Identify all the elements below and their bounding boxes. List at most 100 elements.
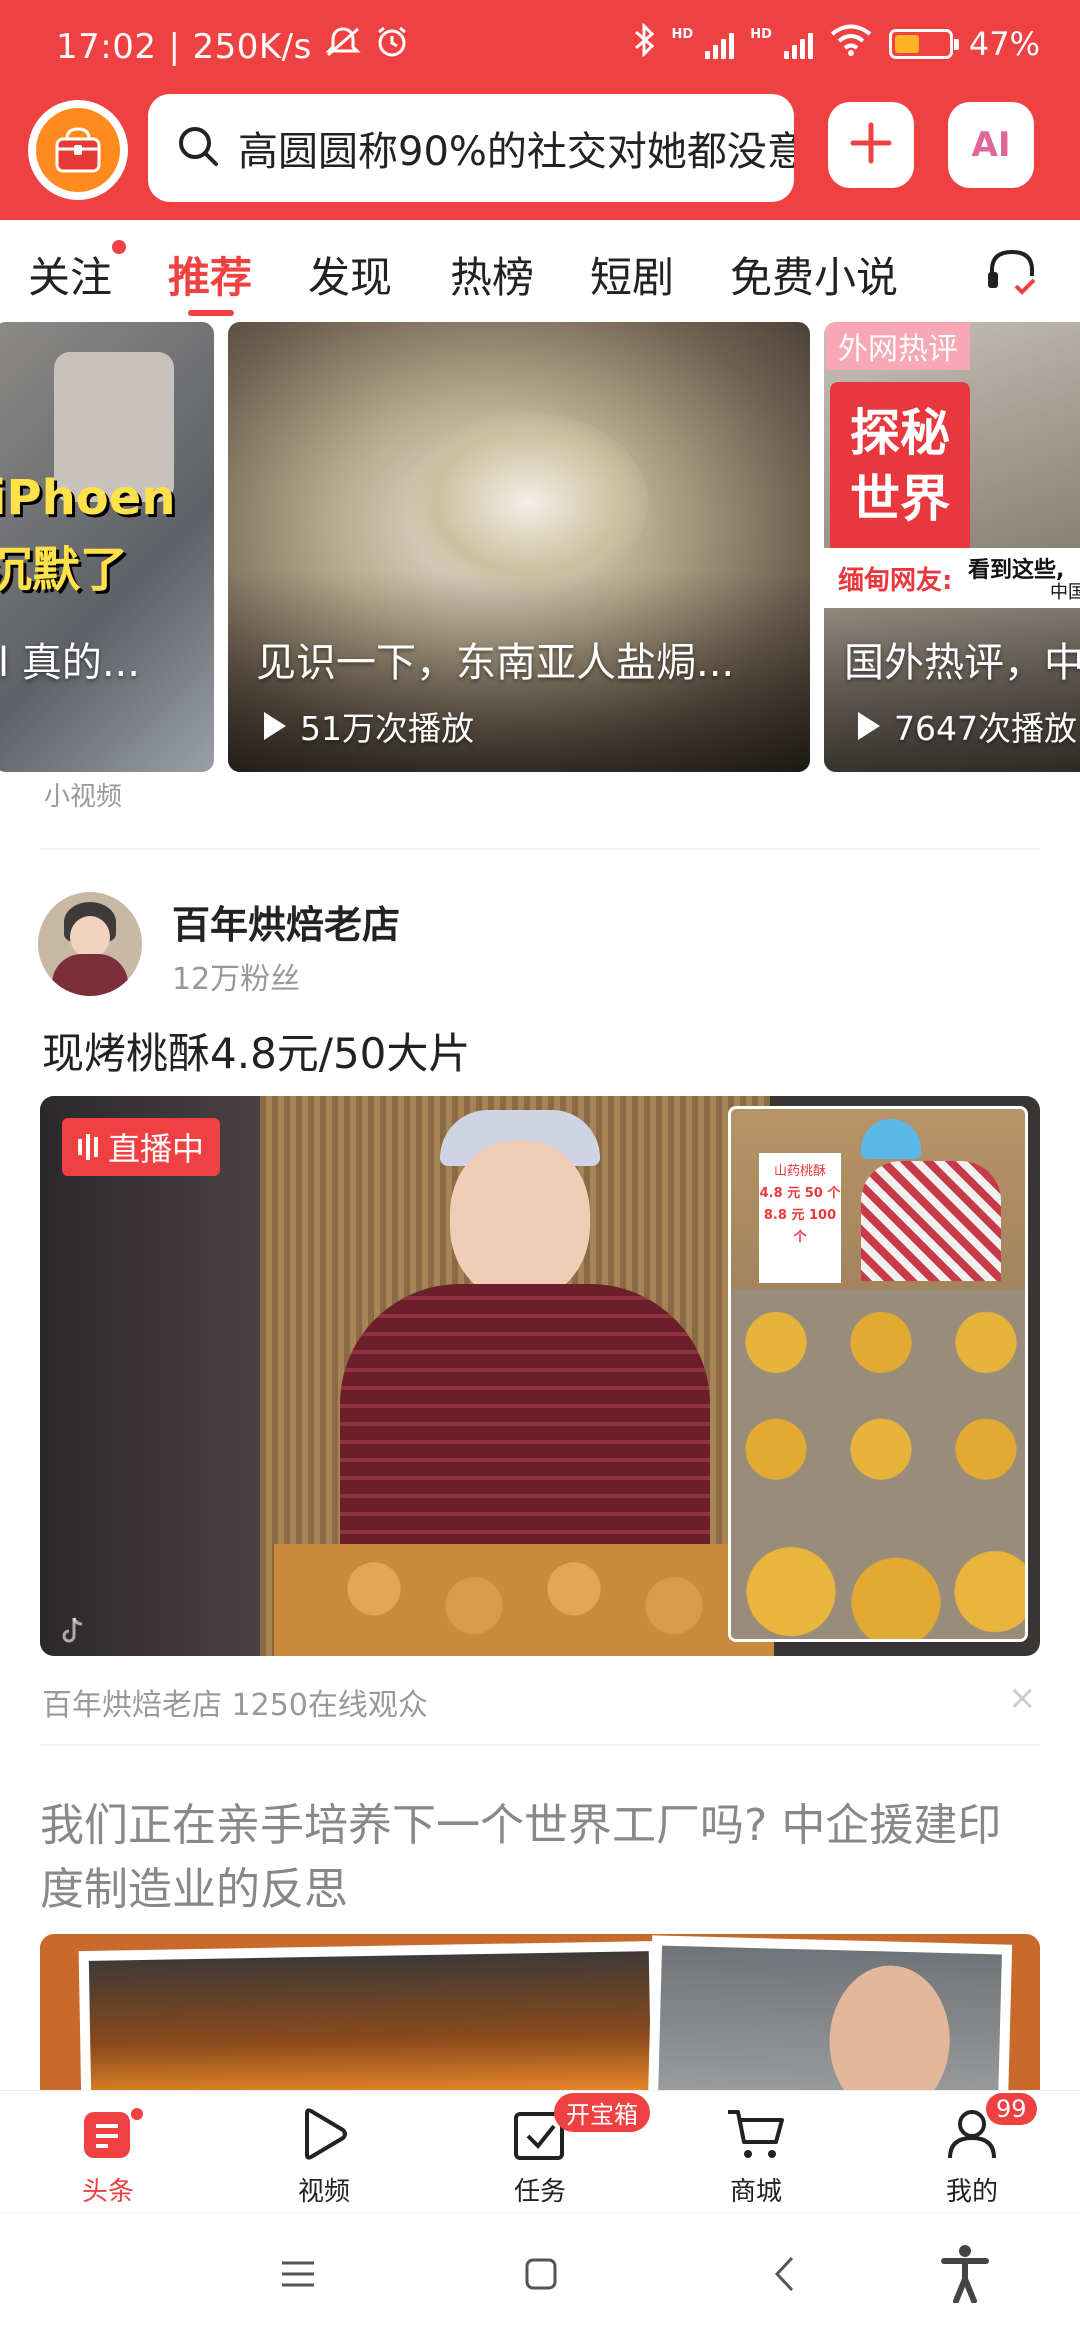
video-title: l 真的... xyxy=(0,640,140,686)
back-icon[interactable] xyxy=(772,2255,796,2297)
nav-tasks[interactable]: 开宝箱 任务 xyxy=(480,2093,650,2208)
overlay-caption-1: iPhoen xyxy=(0,470,176,526)
short-video-strip: iPhoen 沉默了 l 真的... 见识一下，东南亚人盐焗... 51万次播放… xyxy=(0,322,1080,772)
photo-frame-2 xyxy=(647,1935,1013,2090)
cart-icon xyxy=(696,2099,816,2169)
peach-cookies-tray xyxy=(274,1544,774,1656)
left-blur-panel xyxy=(40,1096,260,1656)
video-card-2[interactable]: 见识一下，东南亚人盐焗... 51万次播放 xyxy=(228,322,810,772)
post-title[interactable]: 现烤桃酥4.8元/50大片 xyxy=(42,1020,470,1081)
wifi-icon xyxy=(829,23,873,65)
play-outline-icon xyxy=(264,2099,384,2169)
tab-short-drama[interactable]: 短剧 xyxy=(590,244,674,305)
author-avatar[interactable] xyxy=(38,892,142,996)
search-bar[interactable]: 高圆圆称90%的社交对她都没意义 xyxy=(148,94,794,202)
price-sign: 山药桃酥 4.8 元 50 个 8.8 元 100 个 xyxy=(759,1153,841,1283)
nav-label: 头条 xyxy=(81,2177,134,2207)
live-indicator-icon xyxy=(78,1134,98,1160)
customer-service-icon[interactable] xyxy=(982,242,1042,306)
play-icon xyxy=(264,712,286,740)
menu-icon[interactable] xyxy=(280,2259,316,2293)
battery-icon xyxy=(888,29,959,59)
signal-icon-2 xyxy=(783,29,813,59)
caption-strip: 缅甸网友: 看到这些, 中国 xyxy=(824,548,1080,608)
explore-world-sign: 探秘 世界 xyxy=(830,382,970,554)
tab-discover[interactable]: 发现 xyxy=(308,244,392,305)
hd-label-2: HD xyxy=(750,26,772,42)
live-viewer-meta: 百年烘焙老店 1250在线观众 xyxy=(42,1688,428,1723)
avatar-body xyxy=(52,954,128,996)
search-icon xyxy=(176,124,220,172)
overlay-caption-2: 沉默了 xyxy=(0,542,129,598)
channel-tabs: 关注 推荐 发现 热榜 短剧 免费小说 xyxy=(0,220,1080,322)
sign-line-1: 探秘 xyxy=(850,404,950,462)
sign-line-2: 世界 xyxy=(850,470,950,528)
mute-icon xyxy=(324,25,362,68)
alarm-icon xyxy=(374,24,410,69)
host-apron xyxy=(340,1284,710,1584)
nav-headlines[interactable]: 头条 xyxy=(48,2099,168,2208)
battery-percent: 47% xyxy=(968,25,1040,63)
photo-frame-1 xyxy=(78,1940,662,2090)
video-card-1[interactable]: iPhoen 沉默了 l 真的... xyxy=(0,322,214,772)
section-label: 小视频 xyxy=(44,782,123,812)
pip-hairnet xyxy=(861,1119,921,1159)
nav-label: 我的 xyxy=(945,2177,998,2207)
hd-label: HD xyxy=(671,26,694,42)
tab-follow[interactable]: 关注 xyxy=(28,244,112,305)
app-logo-button[interactable] xyxy=(28,100,128,200)
tab-free-novel[interactable]: 免费小说 xyxy=(730,244,898,305)
play-count: 51万次播放 xyxy=(264,702,474,750)
status-left: 17:02 | 250K/s xyxy=(56,24,410,69)
message-count-badge: 99 xyxy=(986,2093,1037,2125)
tab-follow-dot xyxy=(112,240,126,254)
status-bar: 17:02 | 250K/s HD HD 47% xyxy=(0,0,1080,90)
clock: 17:02 xyxy=(56,26,157,67)
food-image xyxy=(408,412,648,592)
avatar-face xyxy=(70,916,110,958)
pip-video: 山药桃酥 4.8 元 50 个 8.8 元 100 个 xyxy=(728,1106,1028,1642)
divider xyxy=(40,848,1040,850)
tab-recommend[interactable]: 推荐 xyxy=(168,244,252,305)
search-suggestion-text: 高圆圆称90%的社交对她都没意义 xyxy=(238,129,794,175)
play-count: 7647次播放 xyxy=(858,702,1077,750)
nav-mall[interactable]: 商城 xyxy=(696,2099,816,2208)
nav-me[interactable]: 99 我的 xyxy=(912,2093,1037,2208)
live-badge: 直播中 xyxy=(62,1118,221,1176)
app-header: 17:02 | 250K/s HD HD 47% 高圆圆称90%的社交对她都没意… xyxy=(0,0,1080,220)
play-count-text: 51万次播放 xyxy=(300,709,474,748)
network-speed: 250K/s xyxy=(192,26,312,67)
video-title: 国外热评，中 xyxy=(844,640,1080,686)
play-count-text: 7647次播放 xyxy=(894,709,1077,748)
price-line-1: 4.8 元 50 个 xyxy=(759,1186,841,1201)
bottom-navigation: 头条 视频 开宝箱 任务 商城 99 我的 xyxy=(0,2090,1080,2212)
task-check-icon: 开宝箱 xyxy=(480,2093,650,2169)
headline-icon xyxy=(48,2099,168,2169)
treasure-badge: 开宝箱 xyxy=(554,2093,650,2132)
live-stream-preview[interactable]: 山药桃酥 4.8 元 50 个 8.8 元 100 个 直播中 xyxy=(40,1096,1040,1656)
nav-label: 视频 xyxy=(297,2177,350,2207)
live-badge-text: 直播中 xyxy=(108,1130,205,1168)
pip-apron xyxy=(861,1161,1001,1281)
plus-icon xyxy=(849,121,893,169)
portrait-face xyxy=(827,1964,952,2090)
ai-assistant-button[interactable]: AI xyxy=(948,102,1034,188)
host-face xyxy=(450,1140,590,1300)
author-name[interactable]: 百年烘焙老店 xyxy=(172,894,400,949)
active-tab-indicator xyxy=(188,310,234,316)
divider xyxy=(40,1744,1040,1746)
ai-label: AI xyxy=(971,125,1011,165)
play-icon xyxy=(858,712,880,740)
publish-button[interactable] xyxy=(828,102,914,188)
gift-bag-icon xyxy=(36,108,120,192)
article-title[interactable]: 我们正在亲手培养下一个世界工厂吗? 中企援建印度制造业的反思 xyxy=(40,1794,1040,1922)
video-card-3[interactable]: 外网热评 探秘 世界 缅甸网友: 看到这些, 中国 国外热评，中 7647次播放 xyxy=(824,322,1080,772)
battery-level xyxy=(894,35,919,53)
home-icon[interactable] xyxy=(524,2257,558,2295)
caption-red: 缅甸网友: xyxy=(838,566,953,596)
tab-hot-list[interactable]: 热榜 xyxy=(450,244,534,305)
article-cover-image[interactable] xyxy=(40,1934,1040,2090)
nav-video[interactable]: 视频 xyxy=(264,2099,384,2208)
dismiss-post-button[interactable]: × xyxy=(1008,1678,1037,1718)
accessibility-icon[interactable] xyxy=(940,2243,990,2307)
